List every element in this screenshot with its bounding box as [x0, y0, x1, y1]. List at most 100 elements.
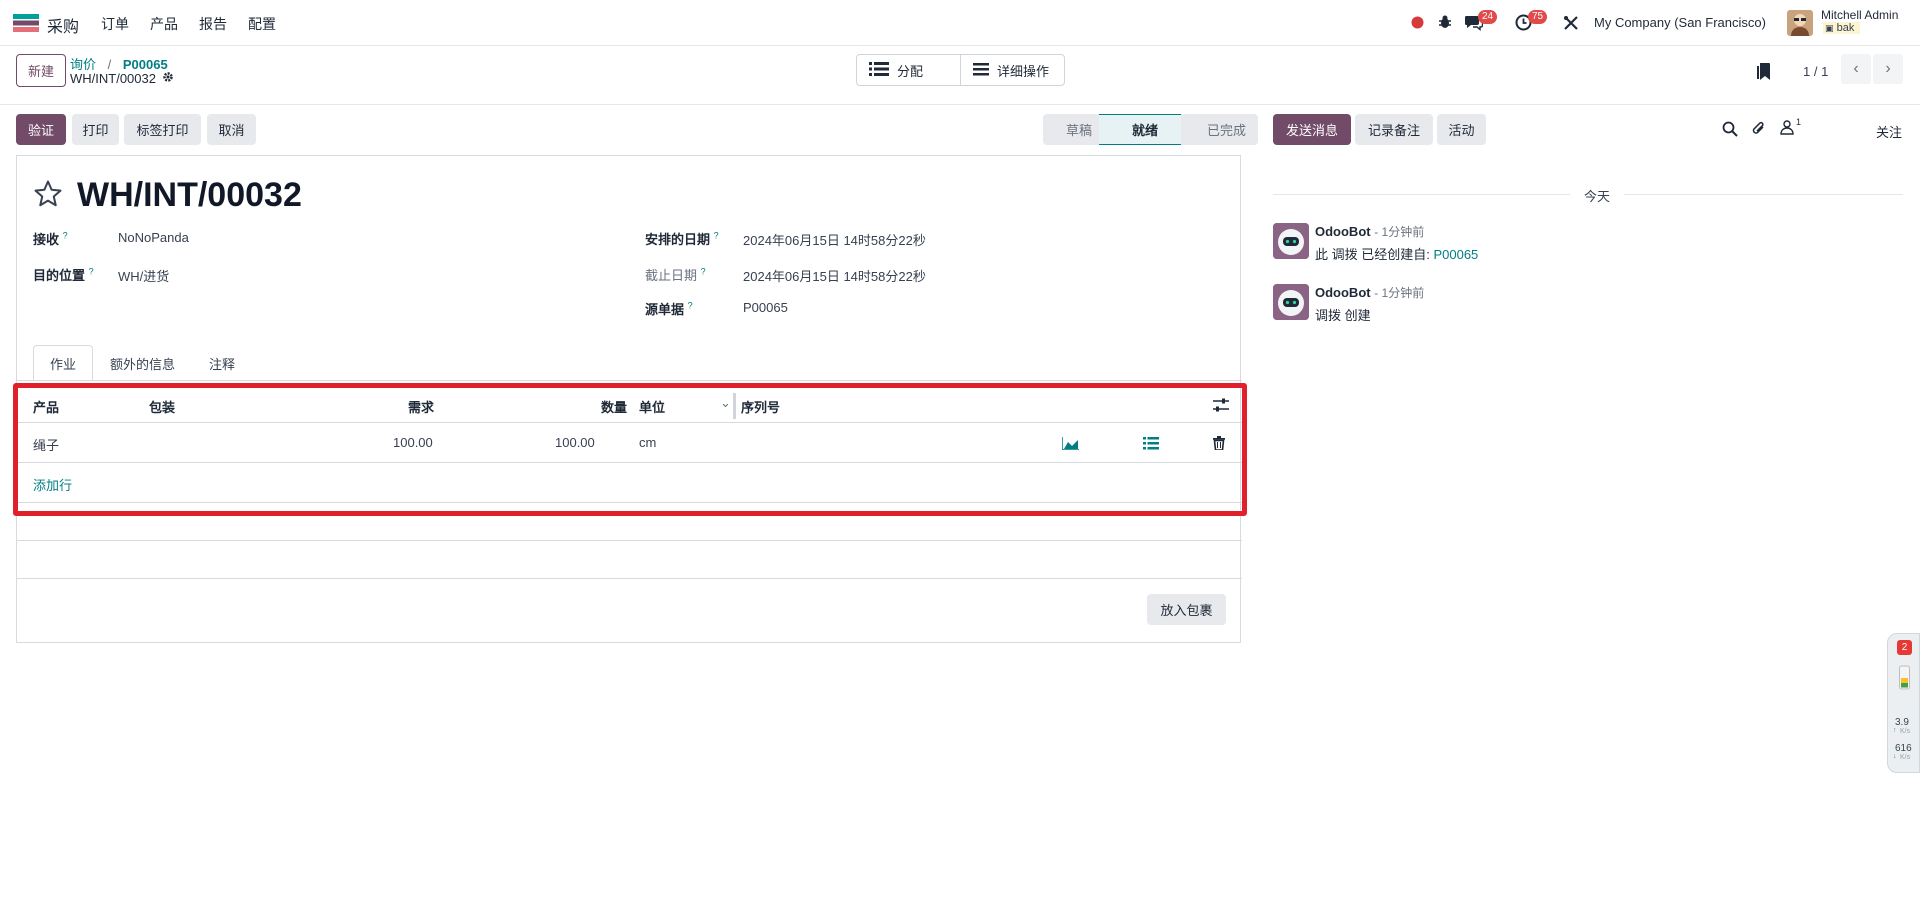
odoobot-avatar[interactable]: [1273, 223, 1309, 259]
forecast-chart-icon[interactable]: [1061, 437, 1079, 453]
message-time: - 1分钟前: [1374, 225, 1425, 239]
column-resize-handle[interactable]: [733, 393, 736, 419]
status-bar: 草稿 就绪 已完成: [1043, 114, 1258, 145]
app-name[interactable]: 采购: [47, 13, 79, 37]
scheduled-date-value[interactable]: 2024年06月15日 14时58分22秒: [743, 230, 926, 249]
col-quantity[interactable]: 数量: [601, 397, 627, 416]
status-done[interactable]: 已完成: [1181, 114, 1258, 145]
top-navbar: 采购 订单 产品 报告 配置 24 75 My Company (San Fra…: [0, 0, 1920, 46]
followers-user-icon[interactable]: [1780, 120, 1794, 138]
label-print-button[interactable]: 标签打印: [124, 114, 201, 145]
menu-orders[interactable]: 订单: [101, 14, 129, 34]
assign-button[interactable]: 分配: [857, 55, 960, 85]
empty-row: [17, 541, 1242, 579]
row-quantity[interactable]: 100.00: [555, 435, 595, 450]
action-buttons-group: 分配 详细操作: [856, 54, 1065, 86]
tab-additional-info[interactable]: 额外的信息: [93, 345, 192, 381]
gear-icon[interactable]: [162, 71, 174, 86]
breadcrumb-parent[interactable]: 询价: [70, 57, 96, 72]
table-row[interactable]: 绳子 100.00 100.00 cm: [17, 423, 1242, 463]
upload-arrow-icon: ↑: [1893, 727, 1897, 734]
follower-count: 1: [1796, 117, 1802, 127]
breadcrumb-po[interactable]: P00065: [123, 57, 168, 72]
form-sheet: WH/INT/00032 接收 ? NoNoPanda 目的位置 ? WH/进货…: [16, 155, 1242, 643]
chatter-topbar: 发送消息 记录备注 活动: [1273, 114, 1486, 145]
col-uom[interactable]: 单位: [639, 397, 665, 416]
network-speed-widget[interactable]: 2 3.9 ↑ K/s 616 ↓ K/s: [1887, 633, 1920, 773]
menu-configuration[interactable]: 配置: [248, 14, 276, 34]
paperclip-icon[interactable]: [1751, 120, 1767, 140]
user-avatar[interactable]: [1787, 10, 1813, 39]
pager-next-button[interactable]: ›: [1873, 54, 1903, 84]
add-line-link[interactable]: 添加行: [33, 475, 72, 494]
trash-icon[interactable]: [1213, 436, 1225, 453]
table-header: 产品 包装 需求 数量 单位 ⌄ 序列号: [17, 387, 1242, 423]
validate-button[interactable]: 验证: [16, 114, 66, 145]
star-icon[interactable]: [33, 179, 63, 212]
user-name[interactable]: Mitchell Admin: [1821, 8, 1898, 22]
activity-clock-icon[interactable]: 75: [1515, 10, 1548, 34]
put-in-pack-button[interactable]: 放入包裹: [1147, 594, 1226, 625]
odoobot-avatar[interactable]: [1273, 284, 1309, 320]
row-demand[interactable]: 100.00: [393, 435, 433, 450]
deadline-label: 截止日期 ?: [645, 266, 706, 283]
print-button[interactable]: 打印: [72, 114, 119, 145]
tab-operations[interactable]: 作业: [33, 345, 94, 381]
chevron-left-icon: ‹: [1853, 60, 1859, 77]
menu-reporting[interactable]: 报告: [199, 14, 227, 34]
source-document-label: 源单据 ?: [645, 300, 693, 317]
settings-tools-icon[interactable]: [1563, 15, 1579, 34]
row-product[interactable]: 绳子: [33, 435, 59, 454]
detailed-operations-button[interactable]: 详细操作: [960, 55, 1064, 85]
record-status-dot-icon[interactable]: [1411, 16, 1424, 32]
chevron-down-icon[interactable]: ⌄: [720, 395, 731, 411]
message-author[interactable]: OdooBot - 1分钟前: [1315, 223, 1424, 240]
send-message-button[interactable]: 发送消息: [1273, 114, 1351, 145]
database-name: ▣ bak: [1823, 22, 1861, 34]
col-serial-number[interactable]: 序列号: [741, 397, 780, 416]
record-name-row: WH/INT/00032: [70, 71, 174, 86]
status-draft[interactable]: 草稿: [1043, 114, 1099, 145]
search-icon[interactable]: [1722, 121, 1738, 140]
messaging-icon[interactable]: 24: [1464, 10, 1498, 34]
message-body: 调拨 创建: [1315, 308, 1371, 323]
activity-button[interactable]: 活动: [1437, 114, 1486, 145]
cancel-button[interactable]: 取消: [207, 114, 256, 145]
chevron-right-icon: ›: [1885, 60, 1891, 77]
optional-columns-sliders-icon[interactable]: [1213, 398, 1229, 415]
message-author[interactable]: OdooBot - 1分钟前: [1315, 284, 1424, 301]
source-document-value[interactable]: P00065: [743, 300, 788, 315]
row-uom[interactable]: cm: [639, 435, 656, 450]
col-product[interactable]: 产品: [33, 397, 59, 416]
app-menu-icon[interactable]: [13, 14, 39, 32]
tabs-divider: [17, 380, 1242, 381]
database-name-label: bak: [1836, 22, 1855, 34]
form-tabs: 作业 额外的信息 注释: [33, 345, 252, 381]
company-switcher[interactable]: My Company (San Francisco): [1594, 15, 1766, 30]
detailed-list-icon[interactable]: [1143, 437, 1159, 453]
destination-value[interactable]: WH/进货: [118, 266, 169, 285]
follow-button[interactable]: 关注: [1876, 122, 1902, 141]
scheduled-date-label: 安排的日期 ?: [645, 230, 719, 247]
receive-from-value[interactable]: NoNoPanda: [118, 230, 189, 245]
messaging-count-badge: 24: [1478, 10, 1498, 24]
col-package[interactable]: 包装: [149, 397, 175, 416]
status-ready[interactable]: 就绪: [1099, 114, 1181, 145]
menu-lines-icon: [973, 62, 989, 79]
main-menu: 订单 产品 报告 配置: [101, 14, 297, 34]
col-demand[interactable]: 需求: [408, 397, 434, 416]
bookmark-icon[interactable]: [1757, 63, 1771, 83]
database-icon: ▣: [1825, 23, 1834, 33]
tab-note[interactable]: 注释: [192, 345, 252, 381]
new-button[interactable]: 新建: [16, 54, 66, 87]
message-source-link[interactable]: P00065: [1433, 247, 1478, 262]
pager-previous-button[interactable]: ‹: [1841, 54, 1871, 84]
debug-bug-icon[interactable]: [1437, 14, 1453, 33]
log-note-button[interactable]: 记录备注: [1355, 114, 1433, 145]
menu-products[interactable]: 产品: [150, 14, 178, 34]
today-label: 今天: [1570, 186, 1625, 205]
pager-value[interactable]: 1 / 1: [1803, 64, 1828, 79]
detailed-operations-label: 详细操作: [997, 63, 1050, 79]
download-unit: K/s: [1900, 754, 1911, 761]
assign-label: 分配: [897, 63, 924, 79]
